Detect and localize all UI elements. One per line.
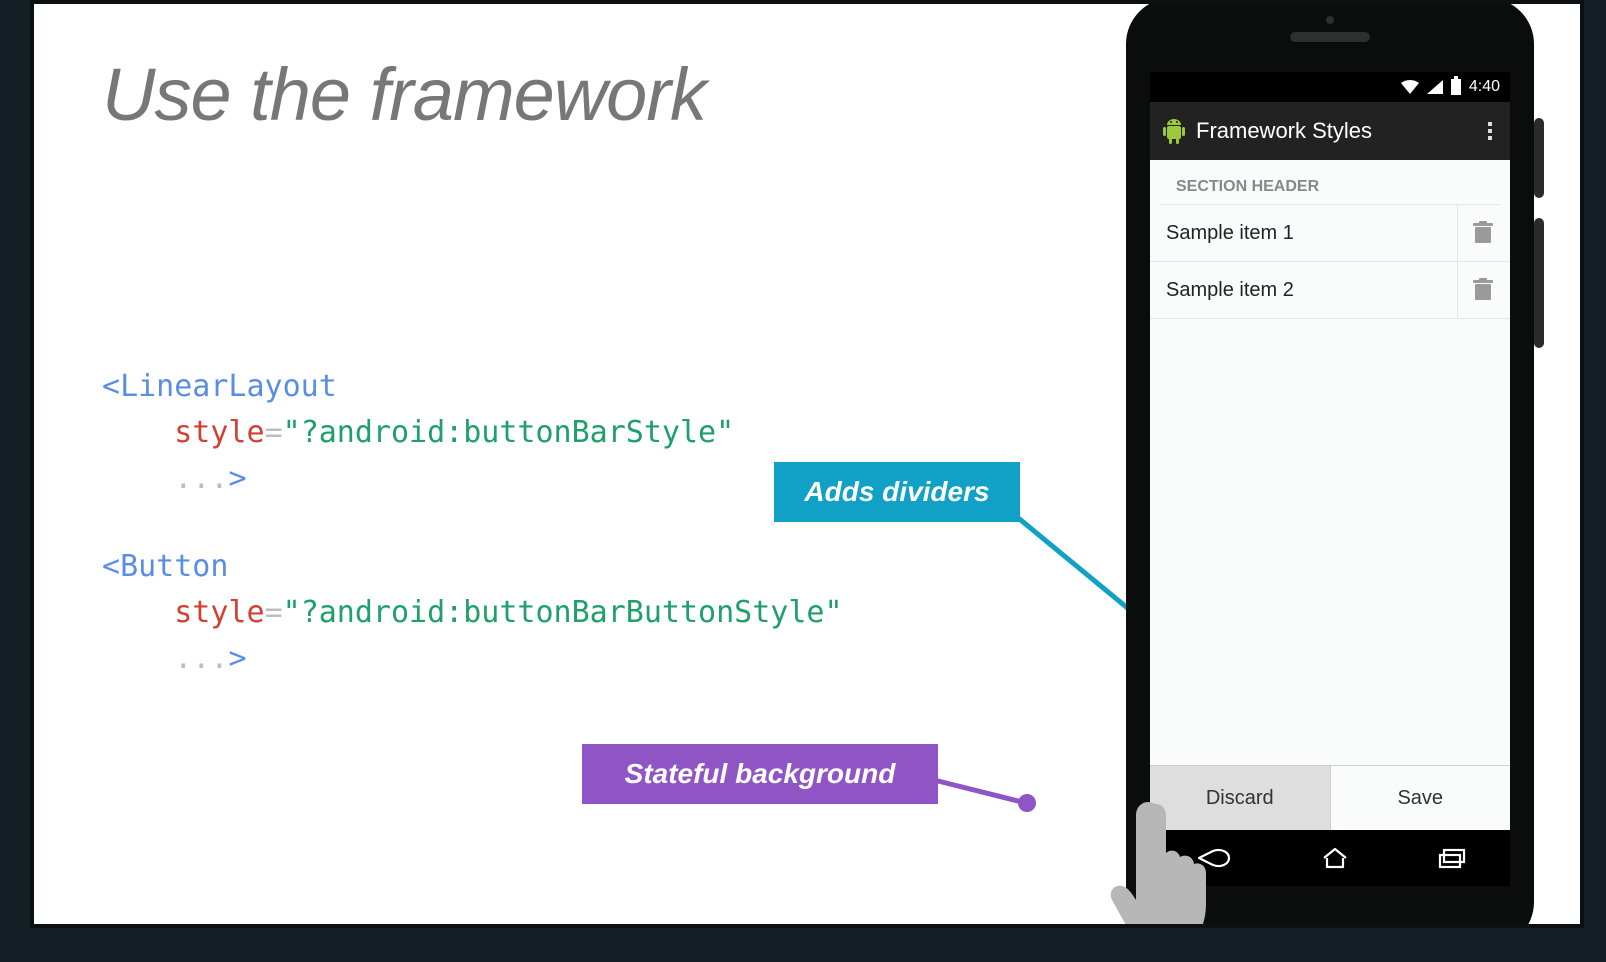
back-icon[interactable] <box>1193 847 1233 869</box>
overflow-icon[interactable] <box>1482 116 1498 146</box>
discard-button[interactable]: Discard <box>1150 766 1330 830</box>
home-icon[interactable] <box>1320 846 1350 870</box>
action-bar: Framework Styles <box>1150 102 1510 160</box>
annotation-dot <box>1018 794 1036 812</box>
trash-icon[interactable] <box>1472 221 1494 245</box>
status-time: 4:40 <box>1469 78 1500 96</box>
recents-icon[interactable] <box>1437 847 1467 869</box>
list-item[interactable]: Sample item 2 <box>1150 262 1510 318</box>
list-item-label: Sample item 1 <box>1166 222 1294 245</box>
code-button: <Button style="?android:buttonBarButtonS… <box>102 544 843 682</box>
battery-icon <box>1451 79 1461 95</box>
app-title: Framework Styles <box>1196 118 1372 144</box>
save-button[interactable]: Save <box>1331 766 1511 830</box>
callout-stateful-background: Stateful background <box>582 744 938 804</box>
section-header: SECTION HEADER <box>1160 160 1500 205</box>
nav-bar <box>1150 830 1510 886</box>
list-item-label: Sample item 2 <box>1166 279 1294 302</box>
code-linearlayout: <LinearLayout style="?android:buttonBarS… <box>102 364 734 502</box>
slide-title: Use the framework <box>102 52 706 137</box>
android-icon <box>1162 118 1186 144</box>
trash-icon[interactable] <box>1472 278 1494 302</box>
callout-adds-dividers: Adds dividers <box>774 462 1020 522</box>
list-item[interactable]: Sample item 1 <box>1150 205 1510 261</box>
signal-icon <box>1427 80 1443 94</box>
status-bar: 4:40 <box>1150 72 1510 102</box>
button-bar: Discard Save <box>1150 765 1510 830</box>
wifi-icon <box>1401 80 1419 94</box>
phone-mockup: 4:40 <box>1126 0 1534 928</box>
